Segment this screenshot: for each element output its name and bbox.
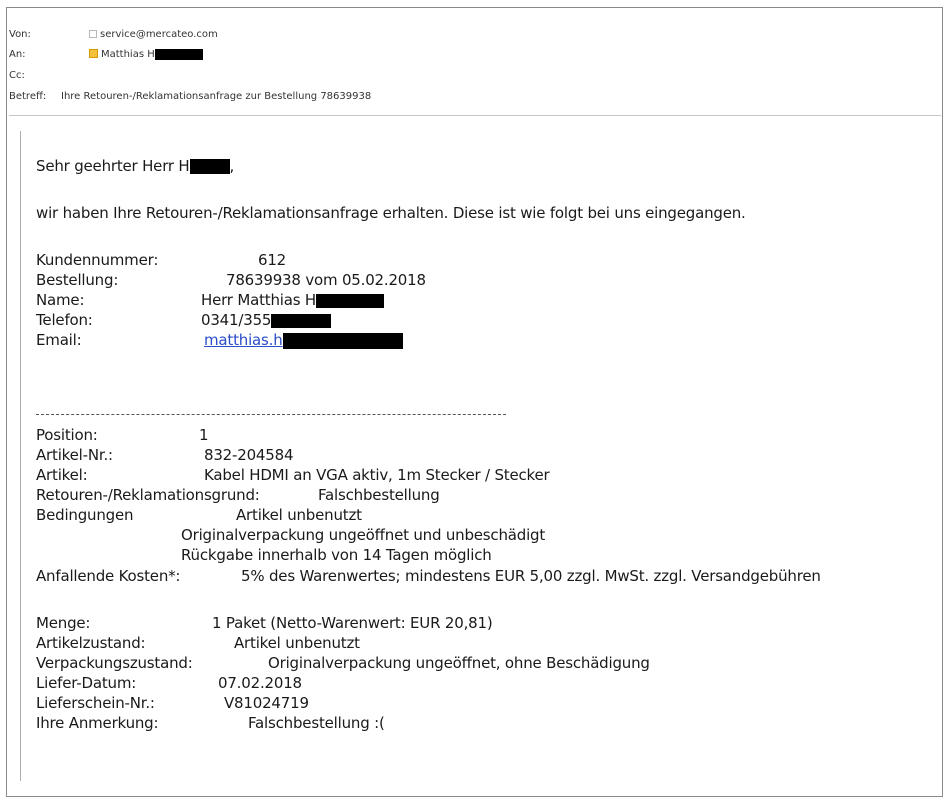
article-number-row: Artikel-Nr.: 832-204584 (36, 446, 294, 464)
from-value[interactable]: service@mercateo.com (89, 28, 218, 42)
email-row: Email: matthias.h (36, 331, 403, 349)
name-row: Name: Herr Matthias H (36, 291, 384, 309)
quantity-row: Menge: 1 Paket (Netto-Warenwert: EUR 20,8… (36, 614, 493, 632)
phone-row: Telefon: 0341/355 (36, 311, 332, 329)
customer-number-row: Kundennummer: 612 (36, 251, 287, 269)
redaction-bar (154, 48, 203, 60)
reason-row: Retouren-/Reklamationsgrund: Falschbestel… (36, 486, 440, 504)
contact-icon (89, 30, 97, 38)
from-address: service@mercateo.com (100, 29, 218, 40)
position-row: Position: 1 (36, 426, 209, 444)
costs-row: Anfallende Kosten*: 5% des Warenwertes; m… (36, 567, 821, 585)
delivery-date-row: Liefer-Datum: 07.02.2018 (36, 674, 302, 692)
package-state-row: Verpackungszustand: Originalverpackung un… (36, 654, 650, 672)
delivery-slip-row: Lieferschein-Nr.: V81024719 (36, 694, 309, 712)
email-link[interactable]: matthias.h (204, 331, 283, 349)
email-header: Von: service@mercateo.com An: Matthias H… (9, 28, 941, 120)
subject-value: Ihre Retouren-/Reklamationsanfrage zur B… (61, 91, 372, 102)
header-divider (9, 115, 941, 116)
article-row: Artikel: Kabel HDMI an VGA aktiv, 1m Stec… (36, 466, 550, 484)
greeting: Sehr geehrter Herr H, (36, 157, 235, 175)
subject-label: Betreff: (9, 91, 47, 102)
condition-line: Rückgabe innerhalb von 14 Tagen möglich (181, 546, 492, 564)
to-label: An: (9, 49, 26, 60)
article-state-row: Artikelzustand: Artikel unbenutzt (36, 634, 360, 652)
separator-line (36, 414, 506, 415)
conditions-row: Bedingungen Artikel unbenutzt (36, 506, 362, 524)
condition-line: Originalverpackung ungeöffnet und unbesc… (181, 526, 546, 544)
intro-text: wir haben Ihre Retouren-/Reklamationsanf… (36, 204, 746, 222)
redaction-bar (315, 293, 384, 308)
cc-label: Cc: (9, 70, 25, 81)
email-body: Sehr geehrter Herr H, wir haben Ihre Ret… (20, 131, 944, 781)
person-icon (89, 49, 98, 58)
remark-row: Ihre Anmerkung: Falschbestellung :( (36, 714, 385, 732)
redaction-bar (189, 159, 230, 174)
redaction-bar (271, 313, 332, 328)
redaction-bar (282, 332, 403, 349)
to-value[interactable]: Matthias H (89, 48, 203, 62)
to-name: Matthias H (101, 49, 155, 60)
order-row: Bestellung: 78639938 vom 05.02.2018 (36, 271, 426, 289)
from-label: Von: (9, 29, 31, 40)
